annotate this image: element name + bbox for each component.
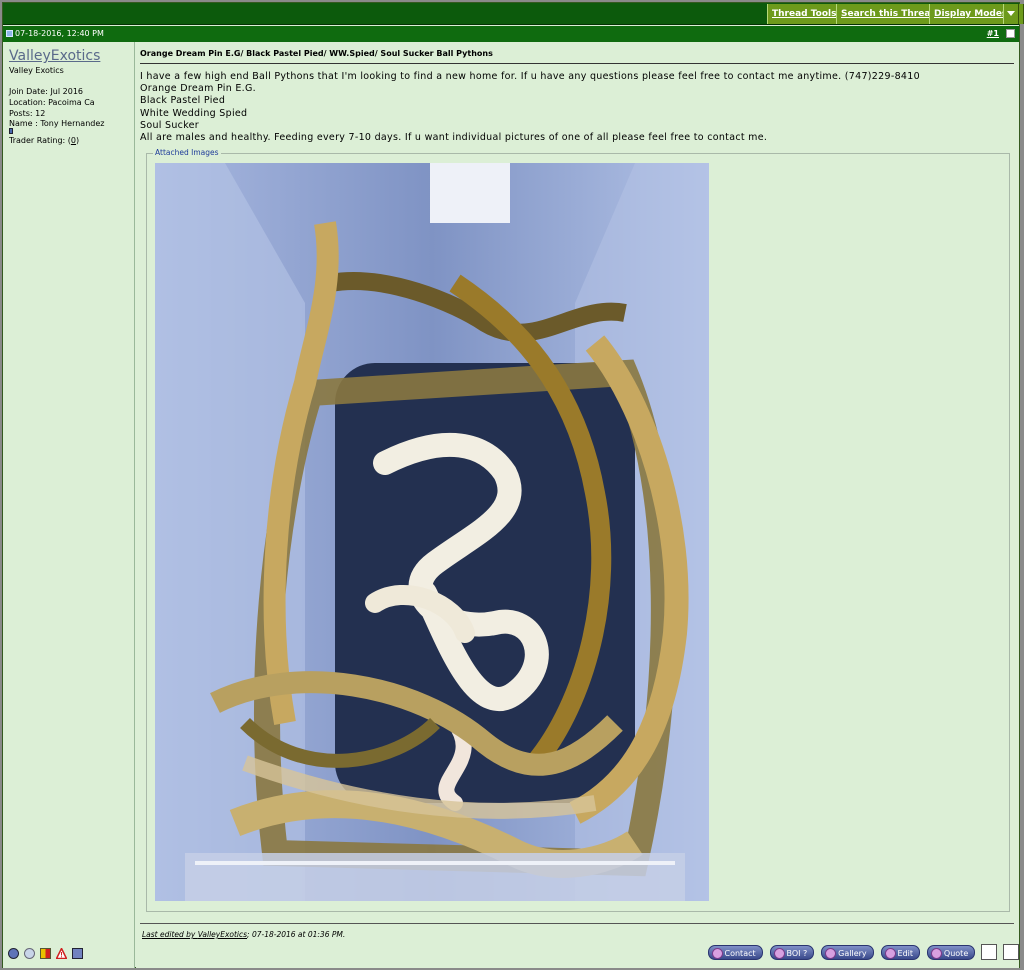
gallery-button[interactable]: Gallery [821,944,874,960]
title-divider [140,63,1014,64]
location: Location: Pacoima Ca [9,98,95,107]
multi-quote-icon[interactable] [981,944,998,960]
online-status-icon [8,948,19,959]
ip-icon[interactable] [71,948,83,959]
post-number-link[interactable]: #1 [987,26,999,42]
username-link[interactable]: ValleyExotics [9,48,100,64]
contact-button[interactable]: Contact [707,944,763,960]
join-date: Join Date: Jul 2016 [9,87,84,96]
trader-rating-label: Trader Rating: ( [9,136,71,145]
post-date: 07-18-2016, 12:40 PM [15,29,104,38]
snakes-photo[interactable] [155,163,709,901]
post-count: Posts: 12 [9,109,46,118]
quick-reply-icon[interactable] [1003,944,1019,960]
real-name: Name : Tony Hernandez [9,119,105,128]
display-modes-label: Display Modes [934,9,1008,19]
post-title: Orange Dream Pin E.G/ Black Pastel Pied/… [140,49,493,58]
post-content: Orange Dream Pin E.G/ Black Pastel Pied/… [136,42,1019,968]
edited-suffix: ; 07-18-2016 at 01:36 PM. [247,930,346,939]
attached-images-fieldset: Attached Images [146,148,1010,912]
trader-rating: Trader Rating: (0) [9,136,79,145]
edited-divider [140,923,1014,924]
boi-button[interactable]: BOI ? [769,944,815,960]
edit-button[interactable]: Edit [880,944,921,960]
user-title: Valley Exotics [9,66,64,75]
trader-rating-close: ) [75,136,80,145]
post-action-buttons: Contact BOI ? Gallery Edit Quote [704,944,1019,962]
edited-user-link[interactable]: ValleyExotics [198,930,247,939]
chevron-down-icon [1007,11,1015,16]
post-message: I have a few high end Ball Pythons that … [140,71,920,144]
edited-prefix: Last edited by [142,930,198,939]
thread-tools-label: Thread Tools [772,9,837,19]
snakes-illustration [155,163,709,901]
post-select-checkbox[interactable] [1006,29,1015,38]
profile-icon[interactable] [23,948,35,959]
user-icon-row [8,946,85,962]
quote-button[interactable]: Quote [926,944,976,960]
card-icon[interactable] [39,948,51,959]
attached-images-legend: Attached Images [153,148,221,157]
warning-icon[interactable] [54,946,68,960]
edited-note: Last edited by ValleyExotics; 07-18-2016… [142,930,345,939]
post-frame: Thread Tools Search this Thread Display … [2,2,1024,968]
post-header-bar: 07-18-2016, 12:40 PM #1 [3,26,1019,42]
post-icon [6,30,13,37]
toolbar-menu-button[interactable] [1003,4,1019,24]
thread-toolbar: Thread Tools Search this Thread Display … [3,3,1024,25]
search-thread-label: Search this Thread [841,9,937,19]
user-info-pane: ValleyExotics Valley Exotics Join Date: … [3,42,135,968]
reputation-icon [9,128,13,134]
